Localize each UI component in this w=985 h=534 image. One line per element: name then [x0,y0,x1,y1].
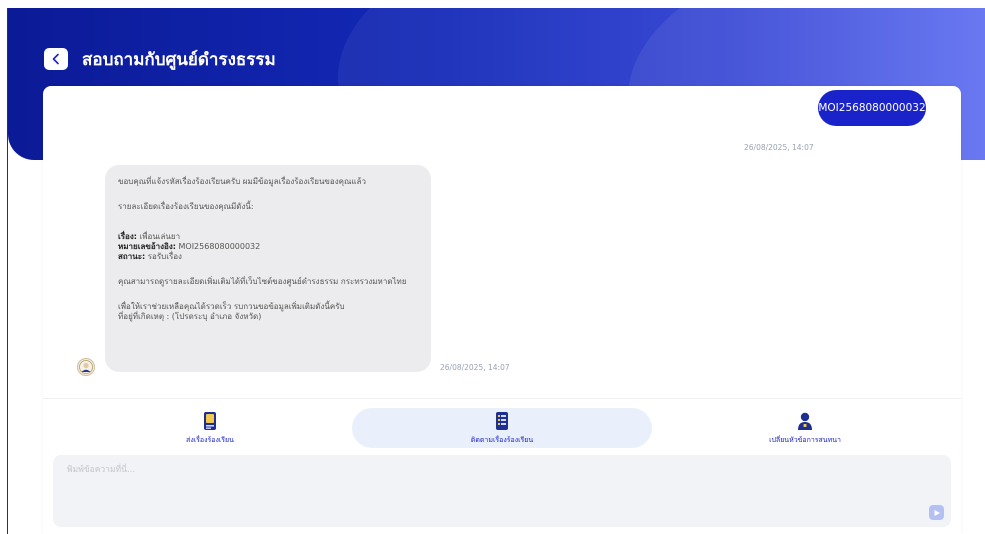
field-label: เรื่อง: [118,232,137,241]
page-title: สอบถามกับศูนย์ดำรงธรรม [82,50,276,70]
field-value: รอรับเรื่อง [147,252,182,261]
send-arrow-icon [934,509,940,516]
bot-avatar [77,358,95,376]
action-change-topic-label: เปลี่ยนหัวข้อการสนทนา [769,436,841,444]
action-track-complaint[interactable]: ติดตามเรื่องร้องเรียน [352,408,652,448]
user-message-bubble: MOI2568080000032 [818,90,926,126]
bot-message-request: เพื่อให้เราช่วยเหลือคุณได้รวดเร็ว รบกวนข… [118,302,345,311]
field-label: สถานะ: [118,252,146,261]
field-label: หมายเลขอ้างอิง: [118,242,176,251]
bot-message-more-info: คุณสามารถดูรายละเอียดเพิ่มเติมได้ที่เว็บ… [118,277,407,286]
message-input[interactable] [65,461,889,479]
back-button[interactable] [44,48,68,70]
field-value: MOI2568080000032 [178,242,261,251]
send-button[interactable] [929,505,944,520]
action-submit-complaint[interactable]: ส่งเรื่องร้องเรียน [130,408,290,448]
chevron-left-icon [52,53,59,65]
user-message-time: 26/08/2025, 14:07 [744,143,814,152]
person-switch-icon [797,411,813,431]
bot-avatar-icon [79,360,93,374]
window-edge [7,8,8,534]
complaint-status: สถานะ: รอรับเรื่อง [118,252,431,262]
bot-message-details-heading: รายละเอียดเรื่องร้องเรียนของคุณมีดังนี้: [118,202,254,211]
complaint-subject: เรื่อง: เพื่อนเล่นยา [118,232,431,242]
bot-message-intro: ขอบคุณที่แจ้งรหัสเรื่องร้องเรียนครับ ผมม… [118,177,366,186]
bot-message-request-address: ที่อยู่ที่เกิดเหตุ : (โปรดระบุ อำเภอ จัง… [118,312,262,321]
complaint-document-icon [203,411,217,431]
complaint-reference: หมายเลขอ้างอิง: MOI2568080000032 [118,242,431,252]
bot-message-bubble: ขอบคุณที่แจ้งรหัสเรื่องร้องเรียนครับ ผมม… [105,165,431,372]
action-submit-complaint-label: ส่งเรื่องร้องเรียน [186,436,234,444]
tracking-checklist-icon [495,411,509,431]
message-input-container [53,455,951,527]
action-change-topic[interactable]: เปลี่ยนหัวข้อการสนทนา [725,408,885,448]
bot-message-time: 26/08/2025, 14:07 [440,363,510,372]
action-track-complaint-label: ติดตามเรื่องร้องเรียน [470,436,534,444]
divider [43,398,961,399]
field-value: เพื่อนเล่นยา [139,232,181,241]
